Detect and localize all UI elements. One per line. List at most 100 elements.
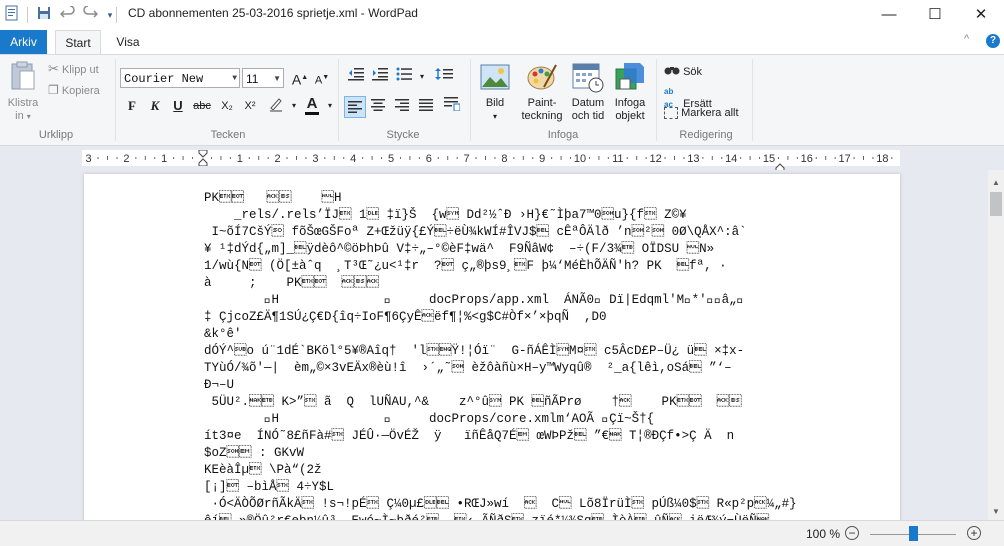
document-line: à ; PK  bbox=[204, 276, 380, 290]
justify-icon[interactable] bbox=[416, 97, 436, 117]
paste-button[interactable]: Klistra in ▾ bbox=[2, 97, 44, 123]
insert-picture-button[interactable]: Bild ▾ bbox=[478, 97, 512, 123]
line-spacing-icon[interactable] bbox=[434, 67, 454, 87]
collapse-ribbon-chevron-up-icon[interactable]: ^ bbox=[964, 33, 969, 45]
grow-font-label: A bbox=[291, 71, 302, 88]
strikethrough-button[interactable]: abc bbox=[192, 96, 212, 116]
group-label-urklipp: Urklipp bbox=[38, 129, 74, 141]
ruler-number: 12 bbox=[649, 153, 661, 165]
find-button[interactable]: Sök bbox=[664, 63, 702, 79]
paragraph-settings-icon[interactable] bbox=[442, 97, 462, 117]
underline-button[interactable]: U bbox=[168, 96, 188, 116]
ruler-number: 4 bbox=[350, 153, 356, 165]
document-line: ‡ ÇjcoZ£Ä¶1SÚ¿Ç€D{îq÷IoF¶6ÇyÊëf¶¦%<g$C#… bbox=[204, 310, 607, 324]
subscript-button[interactable]: X₂ bbox=[217, 96, 237, 116]
select-all-label: Markera allt bbox=[681, 107, 739, 119]
date-label-line2: och tid bbox=[571, 110, 605, 122]
document-line: &k°ê' bbox=[204, 327, 242, 341]
redo-icon[interactable] bbox=[80, 5, 100, 25]
bullet-list-chevron-down-icon[interactable]: ▾ bbox=[412, 67, 432, 87]
ruler-number: 18 bbox=[876, 153, 888, 165]
paste-label-line1: Klistra bbox=[7, 97, 39, 109]
document-line: ¥ ¹‡dÝd{„m]_ÿdèô^©öÞhÞû V‡÷„–°©èF‡wä^ F… bbox=[204, 242, 715, 256]
text-color-chevron-down-icon[interactable]: ▾ bbox=[320, 96, 340, 116]
undo-icon[interactable] bbox=[58, 5, 78, 25]
ruler-number: 1 bbox=[161, 153, 167, 165]
group-label-tecken: Tecken bbox=[210, 129, 246, 141]
decrease-indent-icon[interactable] bbox=[346, 67, 366, 87]
group-label-infoga: Infoga bbox=[547, 129, 579, 141]
paint-label-line2: teckning bbox=[521, 110, 563, 122]
font-name-chevron-down-icon: ▼ bbox=[232, 74, 237, 83]
zoom-slider-thumb[interactable] bbox=[908, 526, 918, 541]
copy-button[interactable]: ❐ Kopiera bbox=[48, 84, 100, 98]
first-line-indent-marker[interactable] bbox=[198, 149, 208, 171]
customize-quick-access-chevron-down-icon[interactable]: ▾ bbox=[100, 5, 120, 25]
copy-icon: ❐ bbox=[48, 83, 59, 97]
document-text[interactable]: PK   H _rels/.rels’ÏJ 1 ‡ï}Š {w D… bbox=[204, 190, 797, 520]
date-time-button[interactable]: Datum och tid bbox=[566, 97, 610, 123]
ruler-number: 1 bbox=[237, 153, 243, 165]
save-icon[interactable] bbox=[34, 5, 54, 25]
ruler-number: 2 bbox=[275, 153, 281, 165]
highlight-pen-icon[interactable] bbox=[266, 96, 286, 116]
scroll-up-arrow-icon[interactable]: ▲ bbox=[988, 174, 1004, 191]
align-right-icon[interactable] bbox=[392, 97, 412, 117]
text-color-button[interactable]: A bbox=[302, 94, 322, 115]
copy-label: Kopiera bbox=[61, 85, 100, 97]
text-color-swatch bbox=[305, 112, 319, 115]
ruler-number: 16 bbox=[801, 153, 813, 165]
select-all-button[interactable]: Markera allt bbox=[664, 107, 739, 120]
italic-button[interactable]: K bbox=[145, 96, 165, 116]
document-line: [¡] –bìÅ 4÷Y$L bbox=[204, 480, 335, 494]
font-size-chevron-down-icon: ▼ bbox=[273, 74, 281, 83]
object-label-line2: objekt bbox=[615, 110, 645, 122]
group-separator bbox=[115, 59, 116, 141]
group-separator bbox=[470, 59, 471, 141]
clipboard-icon bbox=[10, 61, 36, 96]
tab-start[interactable]: Start bbox=[55, 30, 101, 54]
wordpad-icon[interactable] bbox=[2, 5, 22, 25]
zoom-out-button[interactable]: − bbox=[845, 526, 859, 540]
ruler-number: 6 bbox=[426, 153, 432, 165]
highlight-chevron-down-icon[interactable]: ▾ bbox=[284, 96, 304, 116]
paint-label-line1: Paint- bbox=[527, 97, 557, 109]
tab-arkiv[interactable]: Arkiv bbox=[0, 30, 47, 54]
document-page[interactable]: PK   H _rels/.rels’ÏJ 1 ‡ï}Š {w D… bbox=[84, 174, 900, 520]
vertical-scrollbar[interactable]: ▲ ▼ bbox=[988, 170, 1004, 520]
font-name-value: Courier New bbox=[124, 72, 204, 86]
picture-icon bbox=[480, 63, 510, 96]
increase-indent-icon[interactable] bbox=[370, 67, 390, 87]
font-name-select[interactable]: Courier New ▼ bbox=[120, 68, 240, 88]
status-bar: 100 % − + bbox=[0, 520, 1004, 546]
group-label-stycke: Stycke bbox=[386, 129, 420, 141]
shrink-font-button[interactable]: A▼ bbox=[312, 68, 332, 88]
scroll-down-arrow-icon[interactable]: ▼ bbox=[988, 503, 1004, 520]
insert-object-button[interactable]: Infoga objekt bbox=[610, 97, 650, 123]
help-icon[interactable]: ? bbox=[986, 34, 1000, 48]
grow-font-button[interactable]: A▲ bbox=[290, 68, 310, 88]
align-center-icon[interactable] bbox=[368, 97, 388, 117]
bullet-list-icon[interactable] bbox=[394, 67, 414, 87]
scroll-thumb[interactable] bbox=[990, 192, 1002, 216]
bold-button[interactable]: F bbox=[122, 96, 142, 116]
maximize-button[interactable]: ☐ bbox=[912, 0, 958, 30]
document-line: TYùÓ/¾õ'—| èm„©×3vEÄx®èù!î ›´„˜ èžôàñù×… bbox=[204, 361, 732, 375]
minimize-button[interactable]: — bbox=[866, 0, 912, 30]
select-all-icon bbox=[664, 107, 678, 120]
align-left-icon[interactable] bbox=[344, 96, 366, 118]
zoom-level: 100 % bbox=[806, 527, 841, 541]
font-size-select[interactable]: 11 ▼ bbox=[242, 68, 284, 88]
zoom-in-button[interactable]: + bbox=[967, 526, 981, 540]
ruler-number: 10 bbox=[574, 153, 586, 165]
cut-button[interactable]: ✂ Klipp ut bbox=[48, 62, 99, 77]
paint-drawing-button[interactable]: Paint- teckning bbox=[516, 97, 568, 123]
document-line: $oZ : GKvW bbox=[204, 446, 305, 460]
superscript-button[interactable]: X² bbox=[240, 96, 260, 116]
picture-chevron-down-icon: ▾ bbox=[492, 112, 497, 121]
close-button[interactable]: ✕ bbox=[958, 0, 1004, 30]
tab-visa[interactable]: Visa bbox=[108, 30, 148, 54]
ruler-number: 15 bbox=[763, 153, 775, 165]
ruler[interactable]: 3 2 1 1 2 3 4 5 6 7 8 9 10 11 12 13 14 15 16 17 18 bbox=[82, 149, 900, 172]
document-line: dÓÝ^o ú¨1dÉ`BKöl°5¥®Aîq† 'lŸ!¦Óï¨ G-ñ… bbox=[204, 344, 745, 358]
